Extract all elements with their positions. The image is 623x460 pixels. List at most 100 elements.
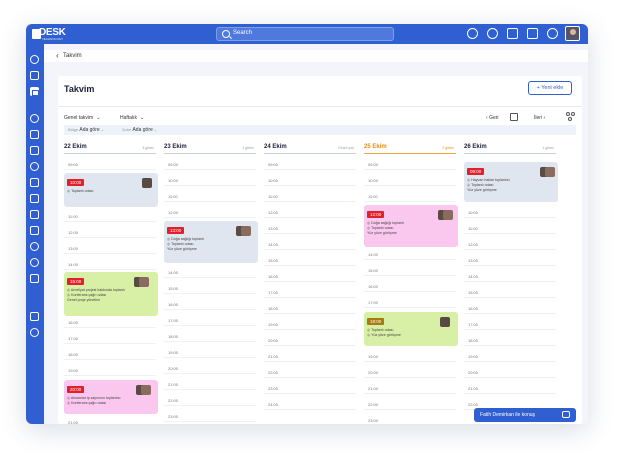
time-slot[interactable]: 14:00 xyxy=(368,252,378,257)
chat-button[interactable]: Fatih Demirkan ile konuş xyxy=(474,408,576,422)
time-slot[interactable]: 11:00 xyxy=(368,194,378,199)
region-filter[interactable]: Bölge Ada göre ⌄ xyxy=(68,127,104,133)
time-slot[interactable]: 15:00 xyxy=(168,286,178,291)
time-slot[interactable]: 15:00 xyxy=(268,258,278,263)
branch-filter[interactable]: Şube Ada göre ⌄ xyxy=(122,127,157,133)
prev-button[interactable]: ‹ Geri xyxy=(486,115,499,121)
time-slot[interactable]: 16:00 xyxy=(368,284,378,289)
time-slot[interactable]: 11:00 xyxy=(68,214,78,219)
time-slot[interactable]: 14:00 xyxy=(168,270,178,275)
time-slot[interactable]: 21:00 xyxy=(68,420,78,424)
bell-icon[interactable] xyxy=(487,28,498,39)
time-slot[interactable]: 11:00 xyxy=(268,194,278,199)
time-slot[interactable]: 09:00 xyxy=(168,162,178,167)
event-card[interactable]: 13:00 ◎ Doğa sağlığı toplantı ◎ Toplantı o… xyxy=(164,221,258,263)
time-slot[interactable]: 17:00 xyxy=(368,300,378,305)
time-slot[interactable]: 10:00 xyxy=(268,178,278,183)
time-slot[interactable]: 10:00 xyxy=(368,178,378,183)
home-icon[interactable] xyxy=(30,55,39,64)
time-slot[interactable]: 09:00 xyxy=(68,162,78,167)
time-slot[interactable]: 22:00 xyxy=(468,402,478,407)
time-slot[interactable]: 23:00 xyxy=(168,414,178,419)
event-card[interactable]: 20:00 ◎ Aksamlar iş sayısının toplantısı ◎… xyxy=(64,380,158,414)
day-header[interactable]: 24 Ekim Görev yok xyxy=(264,144,356,154)
time-slot[interactable]: 17:00 xyxy=(268,290,278,295)
settings-icon[interactable] xyxy=(30,328,39,337)
time-slot[interactable]: 19:00 xyxy=(468,354,478,359)
time-slot[interactable]: 20:00 xyxy=(468,370,478,375)
back-arrow-icon[interactable]: ‹ xyxy=(56,51,59,60)
apps-grid-icon[interactable] xyxy=(507,28,518,39)
time-slot[interactable]: 19:00 xyxy=(268,322,278,327)
bag-icon[interactable] xyxy=(30,130,39,139)
time-slot[interactable]: 12:00 xyxy=(268,210,278,215)
gear-icon[interactable] xyxy=(547,28,558,39)
team-icon[interactable] xyxy=(30,162,39,171)
card-icon[interactable] xyxy=(30,274,39,283)
time-slot[interactable]: 16:00 xyxy=(68,320,78,325)
edit-icon[interactable] xyxy=(30,312,39,321)
day-header[interactable]: 22 Ekim 3 görev xyxy=(64,144,156,154)
day-header[interactable]: 25 Ekim 2 görev xyxy=(364,144,456,154)
time-slot[interactable]: 18:00 xyxy=(268,306,278,311)
time-slot[interactable]: 16:00 xyxy=(168,302,178,307)
time-slot[interactable]: 17:00 xyxy=(468,322,478,327)
time-slot[interactable]: 12:00 xyxy=(168,210,178,215)
day-header[interactable]: 23 Ekim 1 görev xyxy=(164,144,256,154)
location-icon[interactable] xyxy=(467,28,478,39)
time-slot[interactable]: 13:00 xyxy=(468,258,478,263)
message-icon[interactable] xyxy=(30,258,39,267)
time-slot[interactable]: 13:00 xyxy=(268,226,278,231)
tag-icon[interactable] xyxy=(30,194,39,203)
calendar-icon[interactable] xyxy=(30,87,39,96)
time-slot[interactable]: 19:00 xyxy=(168,350,178,355)
time-slot[interactable]: 23:00 xyxy=(368,418,378,423)
day-header[interactable]: 26 Ekim 1 görev xyxy=(464,144,556,154)
time-slot[interactable]: 16:00 xyxy=(268,274,278,279)
time-slot[interactable]: 14:00 xyxy=(468,274,478,279)
add-square-icon[interactable] xyxy=(527,28,538,39)
time-slot[interactable]: 20:00 xyxy=(168,366,178,371)
time-slot[interactable]: 14:00 xyxy=(68,262,78,267)
inbox-icon[interactable] xyxy=(30,71,39,80)
time-slot[interactable]: 09:00 xyxy=(368,162,378,167)
time-slot[interactable]: 20:00 xyxy=(368,370,378,375)
time-slot[interactable]: 20:00 xyxy=(268,338,278,343)
time-slot[interactable]: 12:00 xyxy=(468,242,478,247)
event-card[interactable]: 18:00 ◎ Toplantı odası ◎ Yüz yüze görüşme xyxy=(364,312,458,346)
time-slot[interactable]: 11:00 xyxy=(468,226,478,231)
document-icon[interactable] xyxy=(30,178,39,187)
time-slot[interactable]: 12:00 xyxy=(68,230,78,235)
view-select[interactable]: Haftalık ⌄ xyxy=(120,115,144,121)
time-slot[interactable]: 19:00 xyxy=(68,368,78,373)
event-card[interactable]: 10:00 ◎ Toplantı odası xyxy=(64,173,158,207)
time-slot[interactable]: 19:00 xyxy=(368,354,378,359)
time-slot[interactable]: 18:00 xyxy=(168,334,178,339)
time-slot[interactable]: 21:00 xyxy=(468,386,478,391)
time-slot[interactable]: 10:00 xyxy=(468,210,478,215)
users-icon[interactable] xyxy=(566,112,576,122)
time-slot[interactable]: 18:00 xyxy=(468,338,478,343)
time-slot[interactable]: 15:00 xyxy=(468,290,478,295)
time-slot[interactable]: 21:00 xyxy=(168,382,178,387)
support-icon[interactable] xyxy=(30,242,39,251)
time-slot[interactable]: 21:00 xyxy=(268,354,278,359)
time-slot[interactable]: 14:00 xyxy=(268,242,278,247)
new-item-button[interactable]: + Yeni ekle xyxy=(528,81,572,95)
chat-icon[interactable] xyxy=(30,226,39,235)
time-slot[interactable]: 09:00 xyxy=(268,162,278,167)
user-icon[interactable] xyxy=(30,114,39,123)
time-slot[interactable]: 16:00 xyxy=(468,306,478,311)
time-slot[interactable]: 11:00 xyxy=(168,194,178,199)
folder-icon[interactable] xyxy=(30,146,39,155)
search-input[interactable]: Search xyxy=(216,27,394,41)
receipt-icon[interactable] xyxy=(30,210,39,219)
time-slot[interactable]: 17:00 xyxy=(68,336,78,341)
time-slot[interactable]: 10:00 xyxy=(168,178,178,183)
event-card[interactable]: 09:00 ◎ Hayvan haklar toplantısı ◎ Toplant… xyxy=(464,162,558,202)
time-slot[interactable]: 23:00 xyxy=(268,386,278,391)
calendar-select[interactable]: Genel takvim ⌄ xyxy=(64,115,100,121)
time-slot[interactable]: 17:00 xyxy=(168,318,178,323)
time-slot[interactable]: 22:00 xyxy=(168,398,178,403)
calendar-picker-icon[interactable] xyxy=(510,113,518,121)
